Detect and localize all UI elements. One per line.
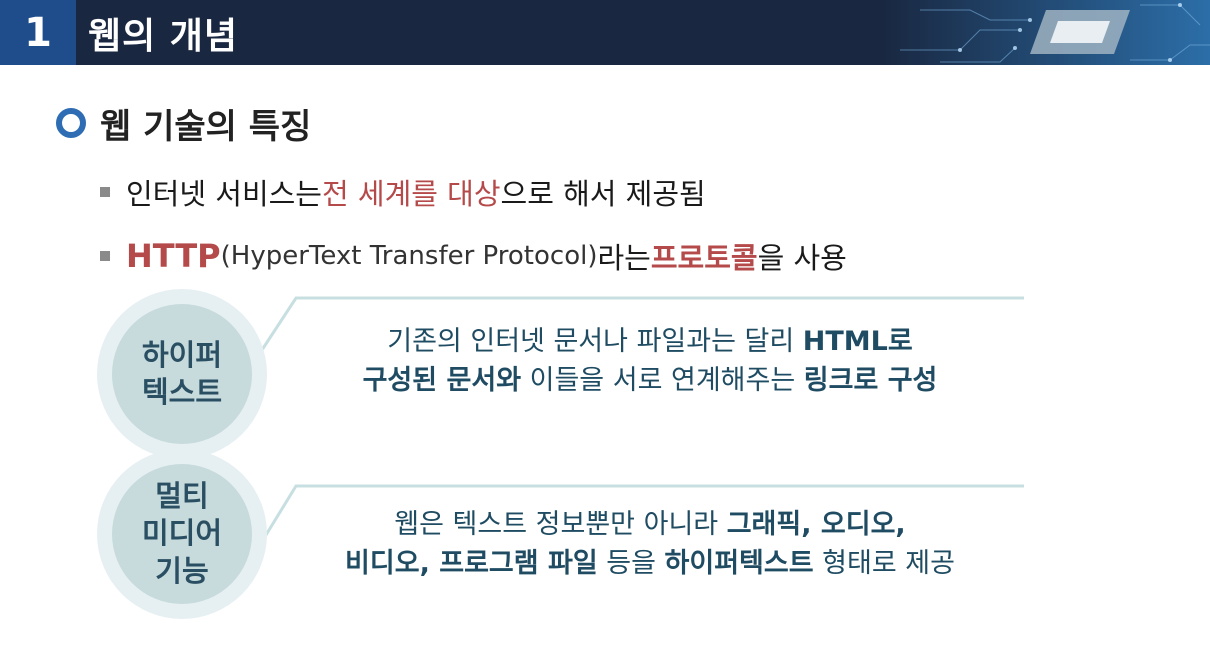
card-label-line: 기능 <box>155 553 209 588</box>
desc-text: 형태로 제공 <box>813 548 955 580</box>
card-description-hypertext: 기존의 인터넷 문서나 파일과는 달리 HTML로 구성된 문서와 이들을 서로… <box>270 322 1030 400</box>
card-label: 멀티 미디어 기능 <box>112 464 252 604</box>
desc-text: 이들을 서로 연계해주는 <box>521 365 804 397</box>
card-label-line: 미디어 <box>141 516 223 551</box>
card-label-line: 하이퍼 <box>141 337 223 372</box>
desc-bold: 구성된 문서와 <box>362 365 522 397</box>
card-label-circle-hypertext: 하이퍼 텍스트 <box>97 289 267 459</box>
desc-bold: 비디오, 프로그램 파일 <box>345 548 598 580</box>
card-label: 하이퍼 텍스트 <box>112 304 252 444</box>
card-desc-line: 구성된 문서와 이들을 서로 연계해주는 링크로 구성 <box>270 361 1030 400</box>
card-label-circle-multimedia: 멀티 미디어 기능 <box>97 449 267 619</box>
card-desc-line: 기존의 인터넷 문서나 파일과는 달리 HTML로 <box>270 322 1030 361</box>
card-label-line: 멀티 <box>155 479 209 514</box>
card-label-line: 텍스트 <box>141 375 223 409</box>
card-desc-line: 비디오, 프로그램 파일 등을 하이퍼텍스트 형태로 제공 <box>262 544 1038 583</box>
card-desc-line: 웹은 텍스트 정보뿐만 아니라 그래픽, 오디오, <box>262 505 1038 544</box>
desc-text: 등을 <box>597 548 665 580</box>
card-description-multimedia: 웹은 텍스트 정보뿐만 아니라 그래픽, 오디오, 비디오, 프로그램 파일 등… <box>262 505 1038 583</box>
desc-bold: 하이퍼텍스트 <box>664 548 814 580</box>
desc-text: 기존의 인터넷 문서나 파일과는 달리 <box>387 326 803 357</box>
desc-bold: 링크로 구성 <box>803 365 938 397</box>
desc-bold: HTML로 <box>802 326 913 357</box>
desc-text: 웹은 텍스트 정보뿐만 아니라 <box>394 509 727 540</box>
desc-bold: 그래픽, 오디오, <box>726 509 906 540</box>
